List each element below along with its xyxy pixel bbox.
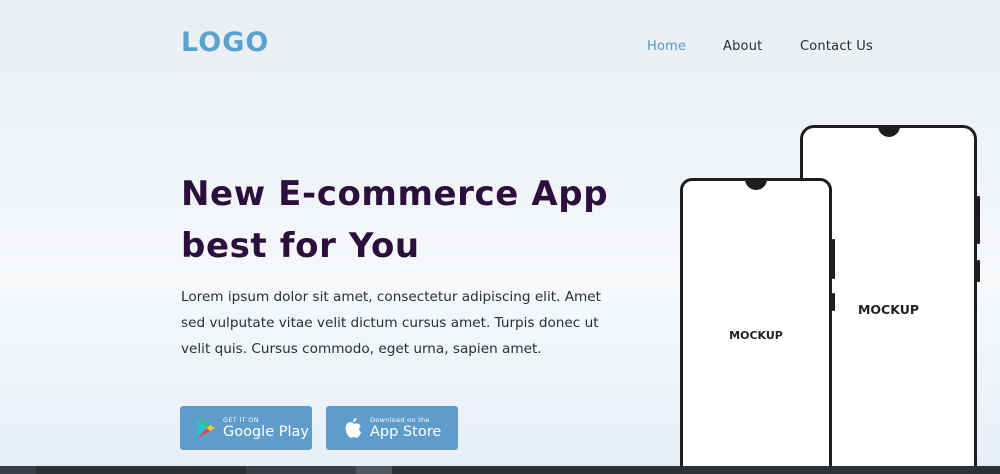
taskbar-start-area[interactable] (0, 466, 36, 474)
app-store-label: App Store (370, 424, 442, 440)
hero-title-line: best for You (181, 226, 420, 266)
taskbar (0, 466, 1000, 474)
phone-side-button (977, 196, 980, 244)
app-store-small-label: Download on the (370, 415, 430, 424)
phone-side-button (832, 239, 835, 279)
hero-title-line: New E-commerce App (181, 174, 609, 214)
app-store-button[interactable]: Download on the App Store (326, 406, 458, 450)
hero-description: Lorem ipsum dolor sit amet, consectetur … (181, 284, 651, 362)
nav-about[interactable]: About (723, 39, 762, 54)
phone-notch (877, 125, 900, 137)
phone-notch (745, 178, 767, 190)
phone-side-button (832, 293, 835, 311)
main-nav: Home About Contact Us (0, 39, 1000, 59)
taskbar-item[interactable] (246, 466, 356, 474)
google-play-button[interactable]: GET IT ON Google Play (180, 406, 312, 450)
google-play-icon (197, 418, 215, 438)
google-play-label: Google Play (223, 424, 309, 440)
nav-contact-us[interactable]: Contact Us (800, 39, 873, 54)
hero-description-line: velit quis. Cursus commodo, eget urna, s… (181, 341, 542, 357)
hero-description-line: sed vulputate vitae velit dictum cursus … (181, 315, 599, 331)
phone-side-button (977, 260, 980, 282)
apple-icon (345, 418, 362, 438)
phone-mockup-front: MOCKUP (680, 178, 835, 474)
google-play-small-label: GET IT ON (223, 415, 259, 424)
nav-home[interactable]: Home (647, 39, 686, 54)
hero-title: New E-commerce App best for You (181, 168, 651, 272)
mockup-label: MOCKUP (729, 329, 783, 342)
hero-description-line: Lorem ipsum dolor sit amet, consectetur … (181, 289, 601, 305)
taskbar-item-active[interactable] (356, 466, 392, 474)
